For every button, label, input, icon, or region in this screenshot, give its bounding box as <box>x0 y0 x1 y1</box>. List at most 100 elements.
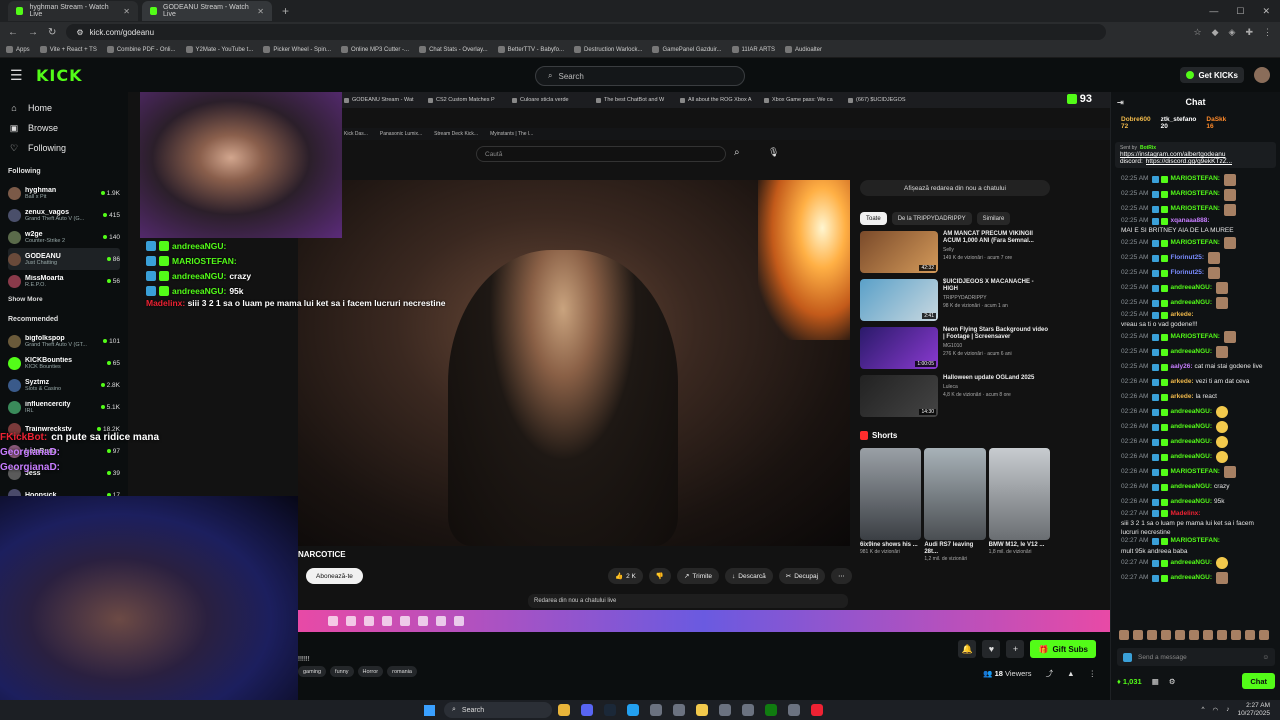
chrome-icon[interactable] <box>558 704 570 716</box>
follow-heart-icon[interactable]: ♥ <box>982 640 1001 658</box>
folder-icon[interactable] <box>696 704 708 716</box>
emote-icon[interactable] <box>1119 630 1129 640</box>
bookmark-item[interactable]: Audioalter <box>784 46 822 53</box>
emote-icon[interactable] <box>1133 630 1143 640</box>
extension-icon[interactable]: ◈ <box>1229 27 1236 38</box>
chat-username[interactable]: MARIOSTEFAN: <box>1170 333 1219 341</box>
emote-icon[interactable] <box>1147 630 1157 640</box>
chat-message-input[interactable]: Send a message ☺ <box>1117 648 1275 666</box>
pinned-message[interactable]: Sent by BotRix https://instagram.com/alb… <box>1115 142 1276 168</box>
bookmark-item[interactable]: 11IAR ARTS <box>731 46 775 53</box>
chat-username[interactable]: MARIOSTEFAN: <box>1170 175 1219 183</box>
sidebar-channel[interactable]: hyghman Ball x Pit 1.9K <box>8 182 120 204</box>
leaderboard-entry[interactable]: ztk_stefano 20 <box>1161 116 1197 136</box>
vscode-icon[interactable] <box>627 704 639 716</box>
bookmark-item[interactable]: Picker Wheel - Spin... <box>263 46 331 53</box>
close-window-button[interactable]: ✕ <box>1262 6 1270 17</box>
instagram-link[interactable]: https://instagram.com/albertgodeanu <box>1120 151 1271 158</box>
url-input[interactable]: ⚙ kick.com/godeanu <box>66 24 1107 40</box>
bookmark-item[interactable]: Vite + React + TS <box>39 46 97 53</box>
menu-dots-icon[interactable]: ⋮ <box>1263 27 1272 38</box>
sidebar-channel[interactable]: zenux_vagos Grand Theft Auto V (G... 415 <box>8 204 120 226</box>
chat-username[interactable]: Madelinx: <box>1170 510 1200 518</box>
chat-username[interactable]: MARIOSTEFAN: <box>1170 205 1219 213</box>
emote-icon[interactable] <box>1161 630 1171 640</box>
stream-tag[interactable]: Horror <box>357 666 384 677</box>
emote-icon[interactable] <box>1189 630 1199 640</box>
notification-bell-icon[interactable]: 🔔 <box>958 640 977 658</box>
chat-username[interactable]: arkede: <box>1170 393 1193 401</box>
browser-tab-1[interactable]: GODEANU Stream - Watch Live ✕ <box>142 1 272 21</box>
bookmark-item[interactable]: Destruction Warlock... <box>574 46 642 53</box>
chat-username[interactable]: aaly26: <box>1170 363 1192 371</box>
app-icon[interactable] <box>811 704 823 716</box>
chat-username[interactable]: andreeaNGU: <box>1170 559 1212 567</box>
channel-points[interactable]: ♦ 1,031 <box>1117 677 1142 686</box>
search-input[interactable]: ⌕ Search <box>535 66 745 86</box>
wifi-icon[interactable]: ◠ <box>1213 706 1219 714</box>
sidebar-channel[interactable]: influencercity IRL 5.1K <box>8 396 120 418</box>
sidebar-channel[interactable]: GODEANU Just Chatting 86 <box>8 248 120 270</box>
chat-username[interactable]: Florinut25: <box>1170 269 1204 277</box>
emote-icon[interactable] <box>1175 630 1185 640</box>
app-icon[interactable] <box>650 704 662 716</box>
leaderboard-entry[interactable]: Dobre600 72 <box>1121 116 1151 136</box>
emote-icon[interactable] <box>1231 630 1241 640</box>
sidebar-channel[interactable]: KICKBounties KICK Bounties 65 <box>8 352 120 374</box>
chat-username[interactable]: andreeaNGU: <box>1170 284 1212 292</box>
calendar-icon[interactable]: ▦ <box>1152 677 1159 686</box>
chat-username[interactable]: andreeaNGU: <box>1170 498 1212 506</box>
sidebar-channel[interactable]: w2ge Counter-Strike 2 140 <box>8 226 120 248</box>
discord-link[interactable]: https://discord.gg/g9ekKTzZ... <box>1146 158 1232 165</box>
maximize-button[interactable]: ☐ <box>1236 6 1244 17</box>
chat-username[interactable]: Florinut25: <box>1170 254 1204 262</box>
app-icon[interactable] <box>788 704 800 716</box>
minimize-button[interactable]: — <box>1209 6 1218 17</box>
emote-picker-icon[interactable]: ☺ <box>1262 654 1269 661</box>
app-icon[interactable] <box>673 704 685 716</box>
chat-username[interactable]: andreeaNGU: <box>1170 299 1212 307</box>
hamburger-menu-icon[interactable]: ☰ <box>10 67 30 84</box>
chat-username[interactable]: andreeaNGU: <box>1170 438 1212 446</box>
clock[interactable]: 2:27 AM 10/27/2025 <box>1237 702 1270 718</box>
forward-arrow-icon[interactable]: → <box>28 27 38 38</box>
report-icon[interactable]: ▲ <box>1067 669 1074 678</box>
user-avatar[interactable] <box>1254 67 1270 83</box>
chat-username[interactable]: arkede: <box>1170 311 1193 319</box>
chat-username[interactable]: MARIOSTEFAN: <box>1170 468 1219 476</box>
steam-icon[interactable] <box>604 704 616 716</box>
sidebar-channel[interactable]: Syztmz Slots & Casino 2.8K <box>8 374 120 396</box>
bookmark-star-icon[interactable]: ☆ <box>1194 27 1202 38</box>
sidebar-nav-home[interactable]: ⌂ Home <box>8 98 120 118</box>
app-icon[interactable] <box>719 704 731 716</box>
close-tab-icon[interactable]: ✕ <box>123 7 130 16</box>
emote-icon[interactable] <box>1217 630 1227 640</box>
discord-icon[interactable] <box>581 704 593 716</box>
emote-icon[interactable] <box>1259 630 1269 640</box>
browser-tab-0[interactable]: hyghman Stream - Watch Live ✕ <box>8 1 138 21</box>
windows-start-icon[interactable] <box>424 705 435 716</box>
collapse-chat-icon[interactable]: ⇥ <box>1117 98 1124 107</box>
chat-username[interactable]: MARIOSTEFAN: <box>1170 537 1219 545</box>
new-tab-button[interactable]: + <box>276 4 295 18</box>
bookmark-item[interactable]: Apps <box>6 46 30 53</box>
emote-icon[interactable] <box>1245 630 1255 640</box>
site-info-icon[interactable]: ⚙ <box>76 28 83 37</box>
leaderboard-entry[interactable]: DaSkk 16 <box>1206 116 1226 136</box>
chat-username[interactable]: MARIOSTEFAN: <box>1170 190 1219 198</box>
close-tab-icon[interactable]: ✕ <box>257 7 264 16</box>
kick-logo[interactable]: KICK <box>36 66 83 85</box>
sidebar-channel[interactable]: MissMoarta R.E.P.O. 56 <box>8 270 120 292</box>
os-search-box[interactable]: ⌕ Search <box>444 702 552 718</box>
chat-username[interactable]: andreeaNGU: <box>1170 483 1212 491</box>
bookmark-item[interactable]: BetterTTV - Babyfo... <box>497 46 564 53</box>
extension-icon[interactable]: ◆ <box>1212 27 1219 38</box>
xbox-icon[interactable] <box>765 704 777 716</box>
gift-subs-button[interactable]: 🎁 Gift Subs <box>1030 640 1096 658</box>
chat-username[interactable]: andreeaNGU: <box>1170 423 1212 431</box>
stream-tag[interactable]: romania <box>387 666 417 677</box>
chat-username[interactable]: andreeaNGU: <box>1170 574 1212 582</box>
sidebar-nav-following[interactable]: ♡ Following <box>8 138 120 158</box>
chat-username[interactable]: MARIOSTEFAN: <box>1170 239 1219 247</box>
bookmark-item[interactable]: Chat Stats - Overlay... <box>419 46 488 53</box>
